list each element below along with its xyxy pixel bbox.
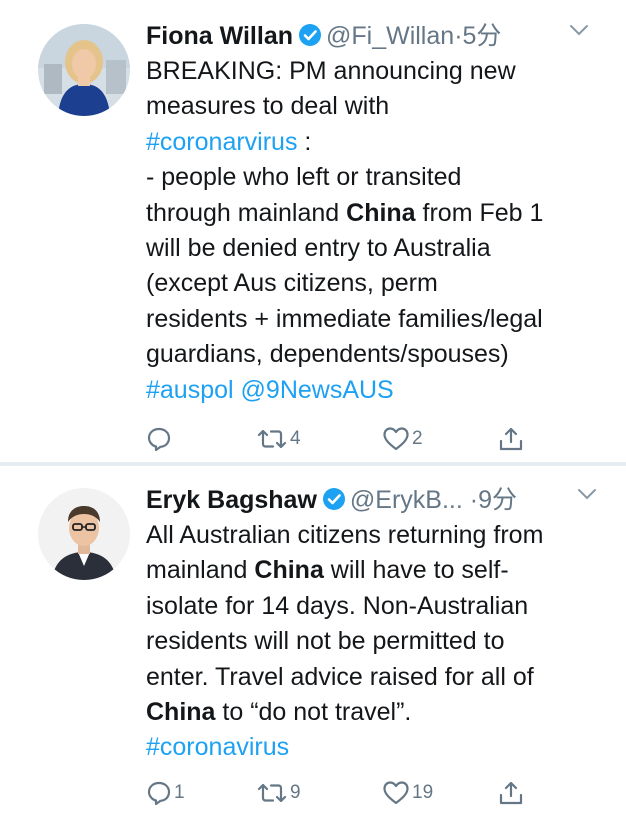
retweet-count: 9 [290,782,301,803]
tweet-text-line: (except Aus citizens, perm [146,266,612,301]
text-segment: - people who left or transited [146,163,462,192]
highlighted-term: China [146,698,216,727]
author-name[interactable]: Fiona Willan [146,22,293,50]
verified-badge-icon [322,485,346,521]
text-segment: enter. Travel advice raised for all of [146,662,534,691]
separator-dot: · [469,486,479,514]
tweet-text-line: residents will not be permitted to [146,624,612,659]
like-count: 19 [412,782,434,803]
heart-icon [382,780,410,806]
share-button[interactable] [498,776,524,810]
author-name[interactable]: Eryk Bagshaw [146,486,317,514]
tweet-text-line: #auspol @9NewsAUS [146,373,612,408]
text-segment [234,376,241,404]
tweet-text-line: will be denied entry to Australia [146,231,612,266]
separator-dot: · [454,22,463,50]
mention-link[interactable]: @9NewsAUS [241,376,394,404]
text-segment: All Australian citizens returning from [146,521,544,549]
timestamp[interactable]: 5分 [463,22,502,50]
text-segment: residents + immediate families/legal [146,304,543,333]
tweet-text-line: guardians, dependents/spouses) [146,337,612,372]
hashtag-link[interactable]: #coronavirus [146,733,289,761]
text-segment: will have to self- [323,556,509,585]
retweet-button[interactable]: 4 [256,422,301,456]
hashtag-link[interactable]: #auspol [146,376,234,404]
tweet-text-line: through mainland China from Feb 1 [146,196,612,231]
author-handle[interactable]: @ErykB... [350,486,463,514]
tweet-text: All Australian citizens returning from ma… [146,518,612,766]
reply-icon [146,780,172,806]
text-segment: isolate for 14 days. Non-Australian [146,591,529,620]
like-button[interactable]: 19 [382,776,433,810]
tweet-text-line: BREAKING: PM announcing new [146,54,612,89]
tweet-text-line: #coronavirus [146,730,612,765]
tweet-text-line: China to “do not travel”. [146,695,612,730]
verified-badge-icon [298,21,322,57]
tweet-actions: 4 2 [146,422,546,456]
highlighted-term: China [254,556,324,585]
retweet-button[interactable]: 9 [256,776,301,810]
text-segment: from Feb 1 [415,198,544,227]
timestamp[interactable]: 9分 [478,486,517,514]
tweet-eryk-bagshaw[interactable]: Eryk Bagshaw @ErykB... ·9分 All Australian… [0,466,626,816]
tweet-text-line: #coronarvirus : [146,125,612,160]
tweet-fiona-willan[interactable]: Fiona Willan @Fi_Willan·5分 BREAKING: PM a… [0,0,626,462]
tweet-text-line: enter. Travel advice raised for all of [146,660,612,695]
retweet-icon [256,426,288,452]
tweet-header: Eryk Bagshaw @ErykB... ·9分 [146,482,517,518]
text-segment: will be denied entry to Australia [146,234,491,263]
share-icon [498,426,524,452]
like-button[interactable]: 2 [382,422,423,456]
like-count: 2 [412,428,423,449]
text-segment: to “do not travel”. [215,698,412,727]
author-handle[interactable]: @Fi_Willan [326,22,454,50]
reply-count: 1 [174,782,185,803]
chevron-down-icon[interactable] [576,486,598,507]
tweet-header: Fiona Willan @Fi_Willan·5分 [146,18,501,54]
heart-icon [382,426,410,452]
text-segment: residents will not be permitted to [146,627,505,656]
text-segment: BREAKING: PM announcing new [146,57,516,85]
retweet-count: 4 [290,428,301,449]
text-segment: mainland [146,556,255,585]
avatar[interactable] [38,488,130,580]
highlighted-term: China [346,198,416,227]
text-segment: : [297,127,312,156]
share-icon [498,780,524,806]
tweet-text-line: - people who left or transited [146,160,612,195]
reply-button[interactable]: 1 [146,776,185,810]
reply-button[interactable] [146,422,174,456]
avatar[interactable] [38,24,130,116]
tweet-text-line: residents + immediate families/legal [146,302,612,337]
share-button[interactable] [498,422,524,456]
tweet-actions: 1 9 19 [146,776,546,810]
reply-icon [146,426,172,452]
tweet-text-line: isolate for 14 days. Non-Australian [146,589,612,624]
text-segment: guardians, dependents/spouses) [146,340,509,369]
text-segment: through mainland [146,198,347,227]
chevron-down-icon[interactable] [568,22,590,43]
tweet-text-line: All Australian citizens returning from [146,518,612,553]
hashtag-link[interactable]: #coronarvirus [146,128,297,156]
tweet-text-line: mainland China will have to self- [146,553,612,588]
tweet-text: BREAKING: PM announcing new measures to d… [146,54,612,408]
text-segment: measures to deal with [146,92,390,121]
tweet-text-line: measures to deal with [146,89,612,124]
text-segment: (except Aus citizens, perm [146,269,438,298]
retweet-icon [256,780,288,806]
